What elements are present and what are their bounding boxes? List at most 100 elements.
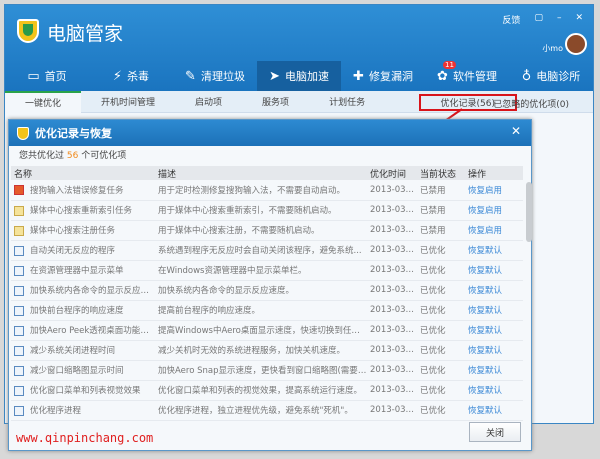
summary: 您共优化过 56 个可优化项 — [9, 146, 531, 166]
name-cell: 自动关闭无反应的程序 — [11, 240, 155, 261]
restore-link[interactable]: 恢复启用 — [468, 186, 502, 196]
task-icon — [14, 385, 24, 396]
name-cell: 优化窗口菜单和列表视觉效果 — [11, 380, 155, 401]
desc-cell: 提高前台程序的响应速度。 — [155, 300, 367, 321]
status-cell: 已优化 — [417, 340, 465, 361]
action-cell: 恢复默认 — [465, 300, 523, 321]
desc-cell: 用于媒体中心搜索注册，不需要随机启动。 — [155, 220, 367, 241]
time-cell: 2013-03-27 — [367, 360, 417, 381]
action-cell: 恢复默认 — [465, 400, 523, 421]
task-icon — [14, 225, 24, 236]
dialog-close-icon[interactable]: ✕ — [511, 124, 521, 138]
time-cell: 2013-03-27 — [367, 240, 417, 261]
restore-link[interactable]: 恢复默认 — [468, 346, 502, 356]
action-cell: 恢复默认 — [465, 260, 523, 281]
column-header: 优化时间 — [367, 166, 417, 180]
item-name: 优化程序进程 — [30, 406, 82, 416]
task-icon — [14, 305, 24, 316]
dialog-title: 优化记录与恢复 — [35, 127, 112, 140]
table-row: 优化窗口菜单和列表视觉效果 优化窗口菜单和列表的视觉效果，提高系统运行速度。 201… — [11, 380, 523, 401]
name-cell: 减少系统关闭进程时间 — [11, 340, 155, 361]
restore-link[interactable]: 恢复默认 — [468, 266, 502, 276]
subtab-2[interactable]: 启动项 — [175, 95, 242, 108]
watermark: www.qinpinchang.com — [16, 431, 154, 445]
task-icon — [14, 245, 24, 256]
avatar[interactable] — [565, 33, 587, 55]
username[interactable]: 小mo — [542, 43, 563, 54]
time-cell: 2013-03-27 — [367, 260, 417, 281]
broom-icon: ✎ — [185, 68, 196, 84]
action-cell: 恢复默认 — [465, 360, 523, 381]
item-name: 媒体中心搜索注册任务 — [30, 226, 116, 236]
desc-cell: 系统遇到程序无反应时会自动关闭该程序，避免系统... — [155, 240, 367, 261]
desc-cell: 减少关机时无效的系统进程服务，加快关机速度。 — [155, 340, 367, 361]
action-cell: 恢复默认 — [465, 340, 523, 361]
nav-tab-2[interactable]: ✎ 清理垃圾 — [173, 61, 257, 91]
action-cell: 恢复启用 — [465, 200, 523, 221]
table-row: 加快系统内各命令的显示反应速度 加快系统内各命令的显示反应速度。 2013-03-2… — [11, 280, 523, 301]
subtab-4[interactable]: 计划任务 — [309, 95, 385, 108]
restore-link[interactable]: 恢复默认 — [468, 386, 502, 396]
nav-tab-label: 首页 — [44, 70, 67, 83]
nav-tab-3[interactable]: ➤ 电脑加速 — [257, 61, 341, 91]
subtab-0[interactable]: 一键优化 — [5, 90, 82, 113]
close-icon[interactable]: ✕ — [575, 13, 583, 26]
feedback-link[interactable]: 反馈 — [502, 13, 520, 26]
nav-tab-4[interactable]: ✚ 修复漏洞 — [341, 61, 425, 91]
restore-link[interactable]: 恢复启用 — [468, 206, 502, 216]
restore-link[interactable]: 恢复启用 — [468, 226, 502, 236]
time-cell: 2013-03-27 — [367, 320, 417, 341]
nav-tab-label: 清理垃圾 — [200, 70, 245, 83]
skin-icon[interactable]: ▢ — [534, 13, 543, 26]
desc-cell: 提高Windows中Aero桌面显示速度，快速切换到任意打... — [155, 320, 367, 341]
name-cell: 优化程序进程 — [11, 400, 155, 421]
nav-tab-1[interactable]: ⚡ 杀毒 — [89, 61, 173, 91]
nav-tab-6[interactable]: ♁ 电脑诊所 — [509, 61, 593, 91]
status-cell: 已优化 — [417, 320, 465, 341]
minimize-icon[interactable]: – — [557, 13, 562, 26]
status-cell: 已禁用 — [417, 180, 465, 201]
task-icon — [14, 285, 24, 296]
action-cell: 恢复启用 — [465, 220, 523, 241]
close-button[interactable]: 关闭 — [469, 422, 521, 442]
shield-icon: ⚡ — [112, 68, 123, 84]
subtab-1[interactable]: 开机时间管理 — [81, 95, 175, 108]
table-row: 媒体中心搜索重新索引任务 用于媒体中心搜索重新索引，不需要随机启动。 2013-03… — [11, 200, 523, 221]
time-cell: 2013-03-27 — [367, 280, 417, 301]
restore-link[interactable]: 恢复默认 — [468, 246, 502, 256]
desc-cell: 加快Aero Snap显示速度，更快看到窗口缩略图(需要重... — [155, 360, 367, 381]
shield-logo-icon — [17, 19, 39, 43]
table-row: 加快前台程序的响应速度 提高前台程序的响应速度。 2013-03-27 已优化 恢复默认 — [11, 300, 523, 321]
restore-link[interactable]: 恢复默认 — [468, 326, 502, 336]
item-name: 减少窗口缩略图显示时间 — [30, 366, 124, 376]
table-row: 优化程序进程 优化程序进程，独立进程优先级，避免系统"死机"。 2013-03-27… — [11, 400, 523, 421]
desc-cell: 在Windows资源管理器中显示菜单栏。 — [155, 260, 367, 281]
status-cell: 已禁用 — [417, 200, 465, 221]
nav-tab-label: 修复漏洞 — [368, 70, 413, 83]
item-name: 加快前台程序的响应速度 — [30, 306, 124, 316]
desc-cell: 优化程序进程，独立进程优先级，避免系统"死机"。 — [155, 400, 367, 421]
table-row: 搜狗输入法错误修复任务 用于定时检测修复搜狗输入法，不需要自动启动。 2013-03… — [11, 180, 523, 201]
apps-icon: ✿ — [437, 68, 448, 84]
restore-link[interactable]: 恢复默认 — [468, 406, 502, 416]
summary-text: 您共优化过 — [19, 151, 67, 161]
subtab-3[interactable]: 服务项 — [242, 95, 309, 108]
records-dialog: 优化记录与恢复 ✕ 您共优化过 56 个可优化项 名称 描述 优化时间 当前状态 操作 … — [8, 119, 532, 451]
status-cell: 已优化 — [417, 380, 465, 401]
scrollbar[interactable] — [526, 182, 532, 242]
time-cell: 2013-03-27 — [367, 340, 417, 361]
item-name: 加快Aero Peek透视桌面功能的... — [30, 326, 155, 336]
restore-link[interactable]: 恢复默认 — [468, 306, 502, 316]
restore-link[interactable]: 恢复默认 — [468, 286, 502, 296]
ignored-items-link[interactable]: 已忽略的优化项(0) — [473, 97, 589, 110]
column-header: 描述 — [155, 166, 367, 180]
column-header: 当前状态 — [417, 166, 465, 180]
restore-link[interactable]: 恢复默认 — [468, 366, 502, 376]
action-cell: 恢复默认 — [465, 240, 523, 261]
nav-tab-5[interactable]: ✿ 软件管理 11 — [425, 61, 509, 91]
action-cell: 恢复启用 — [465, 180, 523, 201]
task-icon — [14, 345, 24, 356]
table-row: 减少窗口缩略图显示时间 加快Aero Snap显示速度，更快看到窗口缩略图(需要重… — [11, 360, 523, 381]
nav-tab-0[interactable]: ▭ 首页 — [5, 61, 89, 91]
name-cell: 搜狗输入法错误修复任务 — [11, 180, 155, 201]
